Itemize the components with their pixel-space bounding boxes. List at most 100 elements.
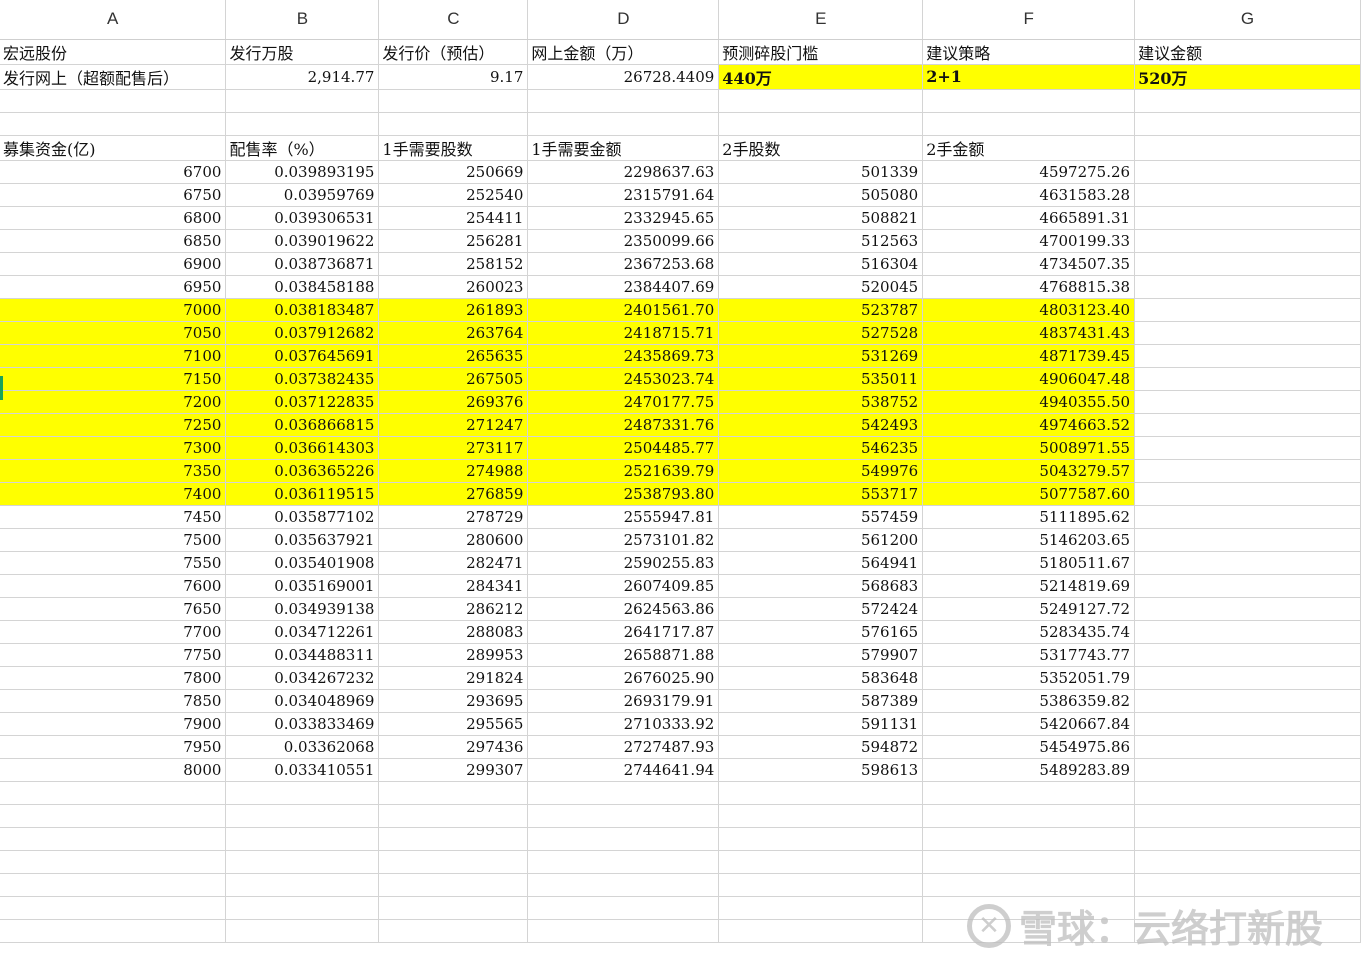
- empty-cell[interactable]: [1134, 89, 1361, 113]
- data-cell[interactable]: 2504485.77: [527, 436, 720, 460]
- empty-cell[interactable]: [718, 919, 924, 943]
- data-cell[interactable]: 8000: [0, 758, 227, 782]
- data-cell[interactable]: 568683: [718, 574, 924, 598]
- data-cell[interactable]: 2538793.80: [527, 482, 720, 506]
- empty-cell[interactable]: [922, 781, 1136, 805]
- data-cell[interactable]: 4803123.40: [922, 298, 1136, 322]
- data-cell[interactable]: 2367253.68: [527, 252, 720, 276]
- data-cell[interactable]: 0.039019622: [225, 229, 380, 253]
- data-cell[interactable]: 6850: [0, 229, 227, 253]
- empty-cell[interactable]: [378, 781, 529, 805]
- empty-cell[interactable]: [1134, 804, 1361, 828]
- empty-cell[interactable]: [1134, 620, 1361, 644]
- data-cell[interactable]: 7100: [0, 344, 227, 368]
- empty-cell[interactable]: [0, 804, 227, 828]
- data-cell[interactable]: 2453023.74: [527, 367, 720, 391]
- empty-cell[interactable]: [1134, 528, 1361, 552]
- empty-cell[interactable]: [0, 112, 227, 136]
- data-cell[interactable]: 2710333.92: [527, 712, 720, 736]
- empty-cell[interactable]: [718, 781, 924, 805]
- empty-cell[interactable]: [1134, 112, 1361, 136]
- info-value-cell[interactable]: 2+1: [922, 64, 1136, 90]
- data-cell[interactable]: 2624563.86: [527, 597, 720, 621]
- data-cell[interactable]: 7550: [0, 551, 227, 575]
- empty-cell[interactable]: [1134, 367, 1361, 391]
- data-cell[interactable]: 7000: [0, 298, 227, 322]
- empty-cell[interactable]: [527, 112, 720, 136]
- empty-cell[interactable]: [922, 827, 1136, 851]
- data-cell[interactable]: 263764: [378, 321, 529, 345]
- data-cell[interactable]: 5420667.84: [922, 712, 1136, 736]
- data-cell[interactable]: 280600: [378, 528, 529, 552]
- data-cell[interactable]: 5214819.69: [922, 574, 1136, 598]
- empty-cell[interactable]: [718, 896, 924, 920]
- empty-cell[interactable]: [527, 89, 720, 113]
- data-cell[interactable]: 282471: [378, 551, 529, 575]
- data-cell[interactable]: 2555947.81: [527, 505, 720, 529]
- data-cell[interactable]: 0.039306531: [225, 206, 380, 230]
- data-cell[interactable]: 278729: [378, 505, 529, 529]
- empty-cell[interactable]: [225, 896, 380, 920]
- empty-cell[interactable]: [1134, 413, 1361, 437]
- data-cell[interactable]: 276859: [378, 482, 529, 506]
- data-cell[interactable]: 0.036866815: [225, 413, 380, 437]
- data-cell[interactable]: 274988: [378, 459, 529, 483]
- data-cell[interactable]: 297436: [378, 735, 529, 759]
- empty-cell[interactable]: [1134, 873, 1361, 897]
- data-cell[interactable]: 0.034267232: [225, 666, 380, 690]
- empty-cell[interactable]: [922, 873, 1136, 897]
- info-header-cell[interactable]: 预测碎股门槛: [718, 39, 924, 65]
- data-cell[interactable]: 0.038736871: [225, 252, 380, 276]
- column-header-d[interactable]: D: [527, 0, 720, 40]
- column-header-a[interactable]: A: [0, 0, 227, 40]
- empty-cell[interactable]: [922, 112, 1136, 136]
- empty-cell[interactable]: [0, 781, 227, 805]
- empty-cell[interactable]: [1134, 758, 1361, 782]
- empty-cell[interactable]: [1134, 275, 1361, 299]
- empty-cell[interactable]: [527, 850, 720, 874]
- data-cell[interactable]: 508821: [718, 206, 924, 230]
- empty-cell[interactable]: [1134, 183, 1361, 207]
- info-value-cell[interactable]: 发行网上（超额配售后）: [0, 64, 227, 90]
- data-cell[interactable]: 576165: [718, 620, 924, 644]
- data-cell[interactable]: 0.039893195: [225, 160, 380, 184]
- empty-cell[interactable]: [378, 896, 529, 920]
- data-cell[interactable]: 527528: [718, 321, 924, 345]
- empty-cell[interactable]: [378, 919, 529, 943]
- data-cell[interactable]: 531269: [718, 344, 924, 368]
- data-cell[interactable]: 0.033833469: [225, 712, 380, 736]
- data-cell[interactable]: 2435869.73: [527, 344, 720, 368]
- data-cell[interactable]: 2332945.65: [527, 206, 720, 230]
- data-cell[interactable]: 0.034048969: [225, 689, 380, 713]
- empty-cell[interactable]: [225, 850, 380, 874]
- data-cell[interactable]: 7900: [0, 712, 227, 736]
- data-cell[interactable]: 7150: [0, 367, 227, 391]
- data-cell[interactable]: 5249127.72: [922, 597, 1136, 621]
- empty-cell[interactable]: [1134, 252, 1361, 276]
- data-cell[interactable]: 5111895.62: [922, 505, 1136, 529]
- data-cell[interactable]: 523787: [718, 298, 924, 322]
- data-cell[interactable]: 5386359.82: [922, 689, 1136, 713]
- data-cell[interactable]: 0.035401908: [225, 551, 380, 575]
- empty-cell[interactable]: [718, 873, 924, 897]
- data-cell[interactable]: 0.038183487: [225, 298, 380, 322]
- empty-cell[interactable]: [1134, 321, 1361, 345]
- data-cell[interactable]: 0.035637921: [225, 528, 380, 552]
- empty-cell[interactable]: [1134, 551, 1361, 575]
- table-header-cell[interactable]: 2手股数: [718, 135, 924, 161]
- empty-cell[interactable]: [1134, 712, 1361, 736]
- data-cell[interactable]: 0.037645691: [225, 344, 380, 368]
- empty-cell[interactable]: [1134, 574, 1361, 598]
- data-cell[interactable]: 2641717.87: [527, 620, 720, 644]
- data-cell[interactable]: 267505: [378, 367, 529, 391]
- data-cell[interactable]: 293695: [378, 689, 529, 713]
- empty-cell[interactable]: [1134, 735, 1361, 759]
- table-header-cell[interactable]: 募集资金(亿): [0, 135, 227, 161]
- data-cell[interactable]: 284341: [378, 574, 529, 598]
- data-cell[interactable]: 7450: [0, 505, 227, 529]
- info-value-cell[interactable]: 2,914.77: [225, 64, 380, 90]
- data-cell[interactable]: 261893: [378, 298, 529, 322]
- data-cell[interactable]: 520045: [718, 275, 924, 299]
- data-cell[interactable]: 6950: [0, 275, 227, 299]
- data-cell[interactable]: 7600: [0, 574, 227, 598]
